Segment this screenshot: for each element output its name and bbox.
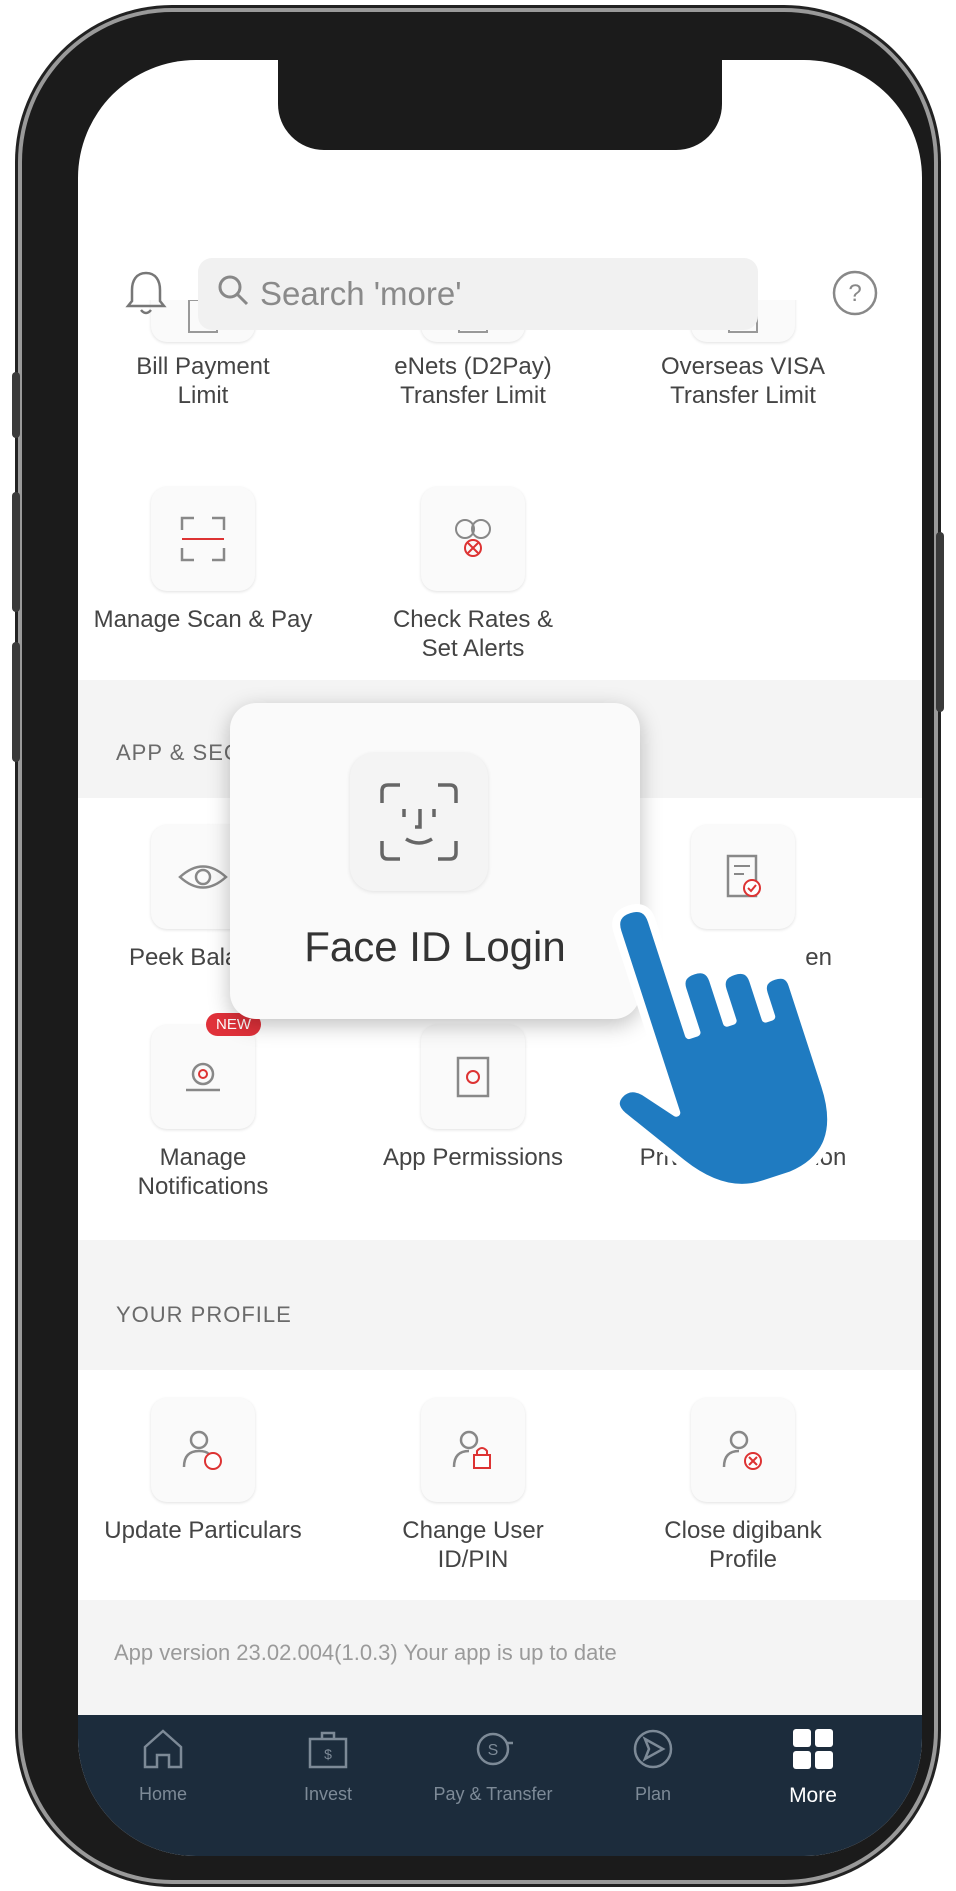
- tile-label: eNets (D2Pay) Transfer Limit: [394, 353, 552, 409]
- gear-bell-icon: [151, 1025, 255, 1129]
- tab-label: Invest: [303, 1784, 353, 1804]
- face-id-login-label: Face ID Login: [304, 923, 566, 970]
- search-placeholder: Search 'more': [260, 275, 462, 312]
- plan-icon: [629, 1729, 677, 1777]
- tab-invest[interactable]: $ Invest: [253, 1725, 403, 1805]
- face-id-login-popup[interactable]: Face ID Login: [230, 703, 640, 1019]
- power-button: [936, 532, 944, 712]
- section-band: YOUR PROFILE: [78, 1240, 922, 1370]
- search-icon: [216, 273, 250, 315]
- tab-label: Plan: [634, 1784, 672, 1804]
- user-edit-icon: [151, 1398, 255, 1502]
- tab-more[interactable]: More: [738, 1725, 888, 1808]
- tile-label: Change User ID/PIN: [402, 1517, 544, 1573]
- face-id-icon: [350, 753, 488, 891]
- notch: [278, 60, 722, 150]
- tile-label: Manage Scan & Pay: [93, 606, 313, 633]
- invest-icon: $: [304, 1731, 352, 1777]
- more-grid-icon: [789, 1729, 837, 1777]
- tab-label: More: [789, 1784, 837, 1807]
- pointing-hand-icon: [600, 880, 880, 1215]
- top-bar: Search 'more' ?: [78, 180, 922, 330]
- tile-close-digibank-profile[interactable]: Close digibank Profile: [618, 1398, 868, 1574]
- tile-label: Close digibank Profile: [664, 1517, 822, 1573]
- svg-text:$: $: [324, 1746, 332, 1762]
- tab-pay-transfer[interactable]: S Pay & Transfer: [418, 1725, 568, 1805]
- tile-label: Update Particulars: [104, 1517, 302, 1544]
- home-icon: [139, 1729, 187, 1777]
- volume-down-button: [12, 642, 20, 762]
- mute-switch: [12, 372, 20, 438]
- user-lock-icon: [421, 1398, 525, 1502]
- tile-label: Manage Notifications: [137, 1144, 269, 1200]
- tile-manage-notifications[interactable]: Manage Notifications NEW: [78, 1013, 328, 1201]
- tile-label: Check Rates & Set Alerts: [392, 606, 554, 662]
- tile-label: App Permissions: [382, 1144, 564, 1171]
- tile-check-rates[interactable]: Check Rates & Set Alerts: [348, 487, 598, 663]
- user-close-icon: [691, 1398, 795, 1502]
- pay-transfer-icon: S: [469, 1732, 517, 1777]
- tab-label: Pay & Transfer: [433, 1784, 553, 1804]
- tile-label: Overseas VISA Transfer Limit: [660, 353, 826, 409]
- bottom-tab-bar: Home $ Invest S Pay & Transfer Plan More: [78, 1715, 922, 1856]
- scan-icon: [151, 487, 255, 591]
- app-version-text: App version 23.02.004(1.0.3) Your app is…: [114, 1640, 617, 1665]
- tile-update-particulars[interactable]: Update Particulars: [78, 1398, 328, 1545]
- tab-home[interactable]: Home: [88, 1725, 238, 1805]
- bell-icon[interactable]: [124, 268, 168, 323]
- tile-change-user-id-pin[interactable]: Change User ID/PIN: [348, 1398, 598, 1574]
- volume-up-button: [12, 492, 20, 612]
- currency-icon: [421, 487, 525, 591]
- help-icon[interactable]: ?: [830, 268, 880, 323]
- section-title-profile: YOUR PROFILE: [116, 1302, 292, 1327]
- tile-manage-scan-pay[interactable]: Manage Scan & Pay: [78, 487, 328, 634]
- svg-text:?: ?: [848, 280, 861, 307]
- permissions-icon: [421, 1025, 525, 1129]
- tab-label: Home: [138, 1784, 187, 1804]
- tab-plan[interactable]: Plan: [578, 1725, 728, 1805]
- tile-app-permissions[interactable]: App Permissions: [348, 1025, 598, 1172]
- tile-label: Bill Payment Limit: [136, 353, 270, 409]
- svg-text:S: S: [488, 1742, 499, 1759]
- search-input[interactable]: Search 'more': [198, 258, 758, 330]
